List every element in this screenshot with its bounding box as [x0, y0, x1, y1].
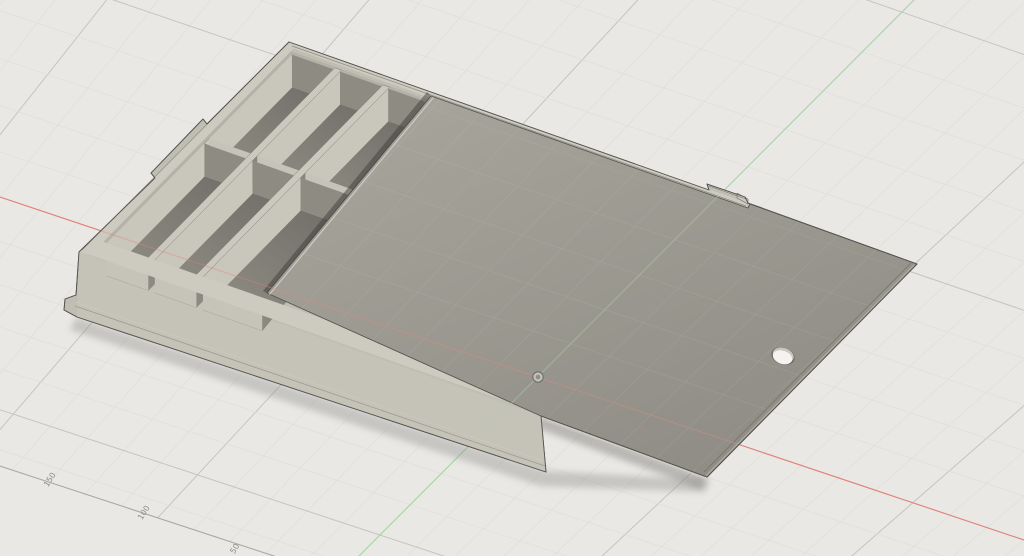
- viewport-canvas[interactable]: 15010050: [0, 0, 1024, 556]
- origin-marker[interactable]: [532, 371, 544, 383]
- cad-viewport[interactable]: 150 100 50: [0, 0, 1024, 556]
